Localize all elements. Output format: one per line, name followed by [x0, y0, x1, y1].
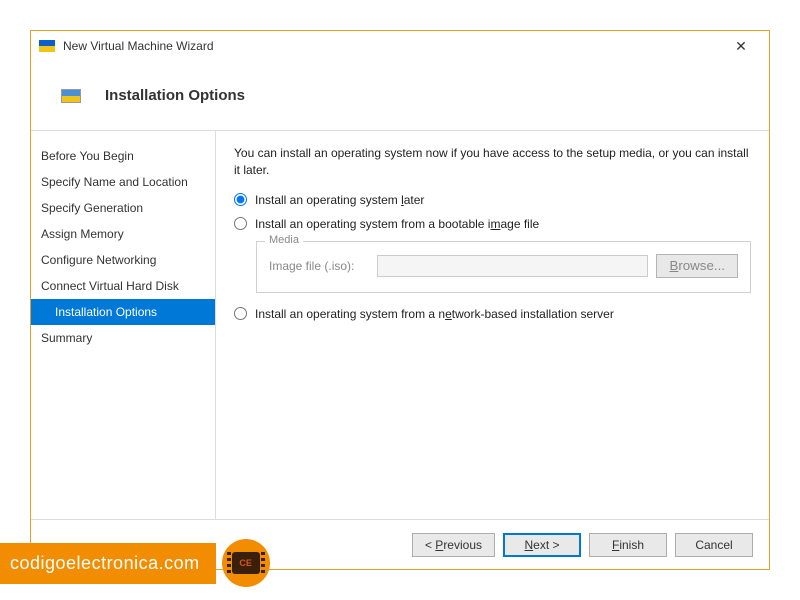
- finish-button[interactable]: Finish: [589, 533, 667, 557]
- sidebar-item-configure-networking[interactable]: Configure Networking: [31, 247, 215, 273]
- media-fieldset: Media Image file (.iso): Browse...: [256, 241, 751, 293]
- wizard-window: New Virtual Machine Wizard ✕ Installatio…: [30, 30, 770, 570]
- radio-label: Install an operating system later: [255, 193, 424, 207]
- browse-button: Browse...: [656, 254, 738, 278]
- sidebar-item-summary[interactable]: Summary: [31, 325, 215, 351]
- watermark: codigoelectronica.com CE: [0, 538, 270, 588]
- sidebar-item-specify-generation[interactable]: Specify Generation: [31, 195, 215, 221]
- option-install-later[interactable]: Install an operating system later: [234, 193, 751, 207]
- header-icon: [61, 89, 81, 103]
- content-pane: You can install an operating system now …: [216, 131, 769, 519]
- app-icon: [39, 40, 55, 52]
- media-legend: Media: [265, 234, 303, 246]
- option-install-image[interactable]: Install an operating system from a boota…: [234, 217, 751, 231]
- sidebar: Before You Begin Specify Name and Locati…: [31, 131, 216, 519]
- sidebar-item-installation-options[interactable]: Installation Options: [31, 299, 215, 325]
- close-icon[interactable]: ✕: [721, 38, 761, 55]
- radio-install-later[interactable]: [234, 193, 247, 206]
- next-button[interactable]: Next >: [503, 533, 581, 557]
- titlebar: New Virtual Machine Wizard ✕: [31, 31, 769, 61]
- watermark-text: codigoelectronica.com: [0, 543, 216, 584]
- chip-icon: CE: [232, 552, 260, 574]
- option-install-network[interactable]: Install an operating system from a netwo…: [234, 307, 751, 321]
- sidebar-item-connect-vhd[interactable]: Connect Virtual Hard Disk: [31, 273, 215, 299]
- sidebar-item-assign-memory[interactable]: Assign Memory: [31, 221, 215, 247]
- sidebar-item-before-you-begin[interactable]: Before You Begin: [31, 143, 215, 169]
- previous-button[interactable]: < Previous: [412, 533, 495, 557]
- radio-install-network[interactable]: [234, 307, 247, 320]
- window-title: New Virtual Machine Wizard: [63, 39, 721, 53]
- sidebar-item-specify-name[interactable]: Specify Name and Location: [31, 169, 215, 195]
- radio-label: Install an operating system from a boota…: [255, 217, 539, 231]
- cancel-button[interactable]: Cancel: [675, 533, 753, 557]
- description-text: You can install an operating system now …: [234, 145, 751, 179]
- page-title: Installation Options: [105, 87, 245, 104]
- image-file-input: [377, 255, 648, 277]
- watermark-logo: CE: [222, 539, 270, 587]
- image-file-label: Image file (.iso):: [269, 259, 369, 273]
- radio-install-image[interactable]: [234, 217, 247, 230]
- wizard-body: Before You Begin Specify Name and Locati…: [31, 131, 769, 519]
- wizard-header: Installation Options: [31, 61, 769, 131]
- radio-label: Install an operating system from a netwo…: [255, 307, 614, 321]
